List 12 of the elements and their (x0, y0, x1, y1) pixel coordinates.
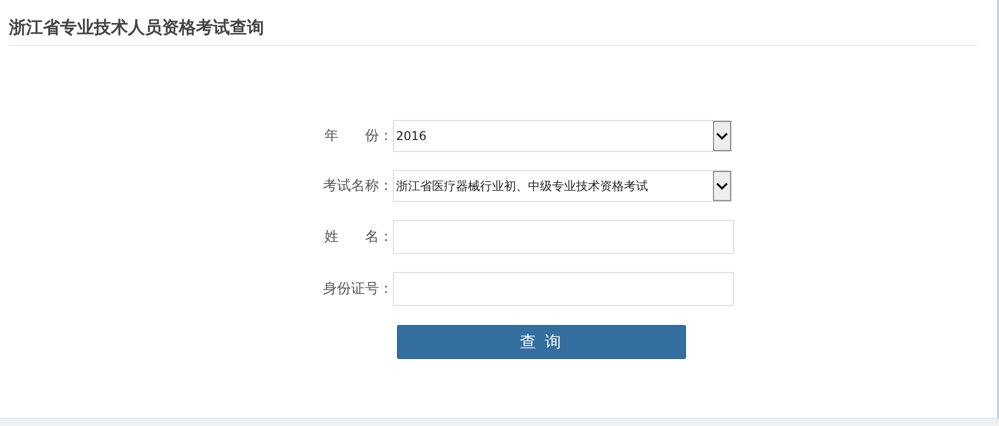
input-field[interactable] (393, 272, 734, 306)
dropdown-field[interactable]: 浙江省医疗器械行业初、中级专业技术资格考试 (393, 170, 732, 202)
page-title: 浙江省专业技术人员资格考试查询 (9, 17, 265, 39)
field-label: 年 份： (324, 127, 393, 145)
query-button[interactable]: 查 询 (397, 325, 686, 359)
dropdown-field[interactable]: 2016 (393, 120, 732, 152)
field-label: 身份证号： (322, 280, 393, 298)
caret-icon[interactable] (713, 171, 731, 201)
input-field[interactable] (393, 220, 734, 254)
caret-icon[interactable] (713, 121, 731, 151)
field-label: 姓 名： (324, 228, 393, 246)
field-label: 考试名称： (322, 177, 393, 195)
